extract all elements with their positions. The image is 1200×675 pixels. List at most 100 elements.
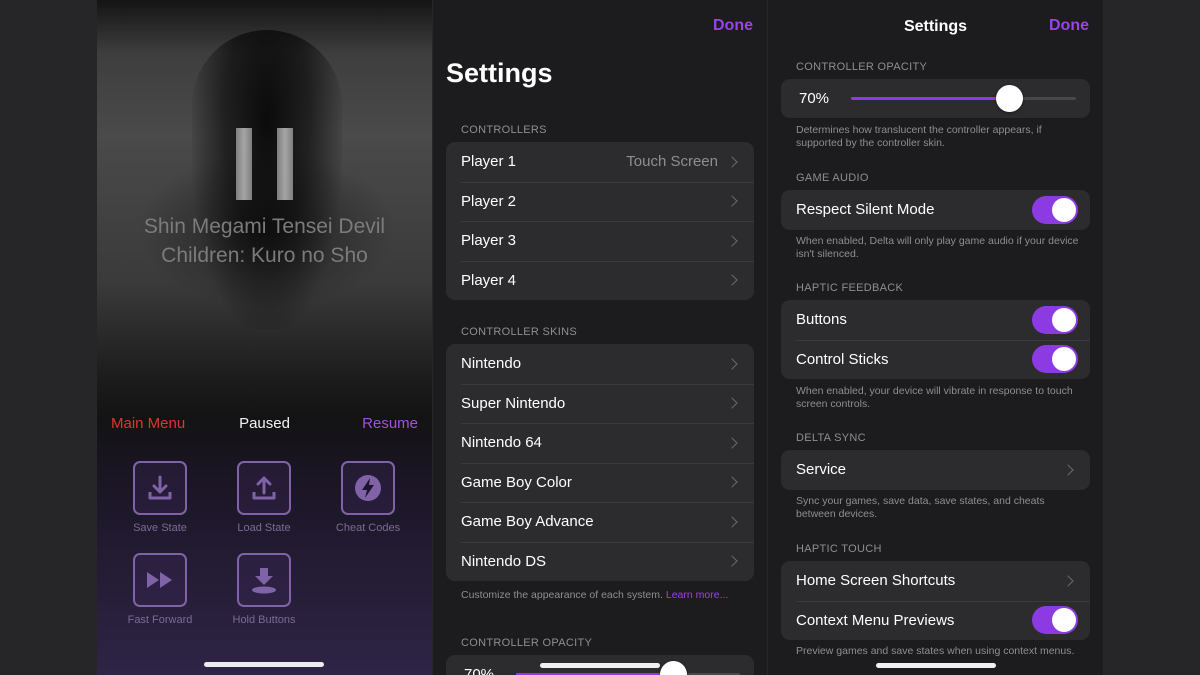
skins-footer: Customize the appearance of each system.… <box>461 589 747 602</box>
save-state-icon-box <box>133 461 187 515</box>
player-3-label: Player 3 <box>461 232 517 250</box>
chevron-right-icon <box>726 235 738 247</box>
controller-opacity-group: 70% <box>781 79 1090 118</box>
home-screen-shortcuts-row[interactable]: Home Screen Shortcuts <box>781 561 1090 601</box>
load-state-button[interactable]: Load State <box>209 461 319 534</box>
chevron-right-icon <box>726 195 738 207</box>
opacity-value: 70% <box>464 666 495 675</box>
fast-forward-button[interactable]: Fast Forward <box>105 553 215 626</box>
skin-nintendo-ds-row[interactable]: Nintendo DS <box>446 541 754 582</box>
player-4-label: Player 4 <box>461 271 517 289</box>
service-label: Service <box>796 461 847 479</box>
haptic-feedback-footer: When enabled, your device will vibrate i… <box>796 385 1073 410</box>
skin-super-nintendo-row[interactable]: Super Nintendo <box>446 383 754 424</box>
chevron-right-icon <box>726 156 738 168</box>
controllers-group: Player 1 Touch Screen Player 2 Player 3 … <box>446 142 754 300</box>
done-button[interactable]: Done <box>1049 17 1089 35</box>
controller-skins-group: Nintendo Super Nintendo Nintendo 64 Game… <box>446 344 754 581</box>
haptic-control-sticks-label: Control Sticks <box>796 350 889 368</box>
chevron-right-icon <box>1062 575 1074 587</box>
context-menu-previews-row: Context Menu Previews <box>781 600 1090 641</box>
skin-game-boy-advance-row[interactable]: Game Boy Advance <box>446 502 754 542</box>
hold-buttons-icon-box <box>237 553 291 607</box>
skin-label: Nintendo 64 <box>461 434 542 452</box>
settings-main-panel: Done Settings CONTROLLERS Player 1 Touch… <box>433 0 767 675</box>
chevron-right-icon <box>726 476 738 488</box>
respect-silent-mode-toggle[interactable] <box>1032 195 1078 224</box>
haptic-touch-group: Home Screen Shortcuts Context Menu Previ… <box>781 561 1090 640</box>
hold-button-icon <box>252 568 276 594</box>
save-state-button[interactable]: Save State <box>105 461 215 534</box>
opacity-slider-thumb[interactable] <box>995 85 1023 112</box>
haptic-buttons-label: Buttons <box>796 311 847 329</box>
chevron-right-icon <box>726 437 738 449</box>
fast-forward-label: Fast Forward <box>127 614 193 626</box>
resume-button[interactable]: Resume <box>362 415 418 432</box>
settings-scrolled-panel: Settings Done CONTROLLER OPACITY 70% Det… <box>768 0 1103 675</box>
haptic-touch-footer: Preview games and save states when using… <box>796 645 1075 657</box>
skin-nintendo-row[interactable]: Nintendo <box>446 344 754 384</box>
opacity-slider-row: 70% <box>781 79 1090 118</box>
opacity-slider-thumb[interactable] <box>659 661 687 675</box>
download-icon <box>148 475 172 500</box>
player-2-row[interactable]: Player 2 <box>446 181 754 222</box>
respect-silent-mode-label: Respect Silent Mode <box>796 201 935 219</box>
upload-icon <box>252 476 276 500</box>
home-screen-shortcuts-label: Home Screen Shortcuts <box>796 572 956 590</box>
home-indicator[interactable] <box>204 662 324 667</box>
pause-icon-right-bar <box>277 128 293 200</box>
haptic-buttons-toggle[interactable] <box>1032 305 1078 334</box>
home-indicator[interactable] <box>876 663 996 668</box>
skin-nintendo-64-row[interactable]: Nintendo 64 <box>446 423 754 463</box>
screenshot-stage: Shin Megami Tensei Devil Children: Kuro … <box>0 0 1200 675</box>
game-title-line2: Children: Kuro no Sho <box>161 244 368 267</box>
player-1-value: Touch Screen <box>626 153 718 171</box>
skins-footer-text: Customize the appearance of each system. <box>461 589 663 601</box>
toggle-knob <box>1052 608 1076 633</box>
player-1-row[interactable]: Player 1 Touch Screen <box>446 142 754 182</box>
haptic-control-sticks-toggle[interactable] <box>1032 345 1078 374</box>
player-1-label: Player 1 <box>461 153 517 171</box>
skin-label: Super Nintendo <box>461 394 566 412</box>
fast-forward-icon <box>147 572 172 588</box>
skin-game-boy-color-row[interactable]: Game Boy Color <box>446 462 754 503</box>
learn-more-link[interactable]: Learn more... <box>666 589 728 601</box>
cheat-codes-label: Cheat Codes <box>335 522 401 534</box>
pause-screen: Shin Megami Tensei Devil Children: Kuro … <box>97 0 432 675</box>
pause-menu-bar: Paused Main Menu Resume <box>97 413 432 437</box>
delta-sync-group: Service <box>781 450 1090 490</box>
game-title-line1: Shin Megami Tensei Devil <box>143 215 386 238</box>
hold-buttons-label: Hold Buttons <box>232 614 296 626</box>
opacity-footer: Determines how translucent the controlle… <box>796 124 1042 149</box>
opacity-slider-fill <box>851 97 1009 100</box>
haptic-feedback-section-header: HAPTIC FEEDBACK <box>796 282 904 294</box>
haptic-feedback-group: Buttons Control Sticks <box>781 300 1090 379</box>
service-row[interactable]: Service <box>781 450 1090 490</box>
game-audio-group: Respect Silent Mode <box>781 190 1090 230</box>
game-title: Shin Megami Tensei Devil Children: Kuro … <box>97 212 432 270</box>
player-4-row[interactable]: Player 4 <box>446 260 754 301</box>
player-3-row[interactable]: Player 3 <box>446 221 754 261</box>
haptic-buttons-row: Buttons <box>781 300 1090 340</box>
opacity-slider[interactable] <box>851 85 1076 112</box>
delta-sync-section-header: DELTA SYNC <box>796 432 866 444</box>
settings-title: Settings <box>446 58 553 88</box>
delta-sync-footer: Sync your games, save data, save states,… <box>796 495 1045 520</box>
context-menu-previews-toggle[interactable] <box>1032 606 1078 635</box>
hold-buttons-button[interactable]: Hold Buttons <box>209 553 319 626</box>
main-menu-button[interactable]: Main Menu <box>111 415 185 432</box>
player-2-label: Player 2 <box>461 192 517 210</box>
context-menu-previews-label: Context Menu Previews <box>796 611 955 629</box>
chevron-right-icon <box>726 516 738 528</box>
fast-forward-icon-box <box>133 553 187 607</box>
game-audio-footer: When enabled, Delta will only play game … <box>796 235 1079 260</box>
game-background-figure <box>192 30 342 330</box>
game-audio-section-header: GAME AUDIO <box>796 172 869 184</box>
cheat-codes-button[interactable]: Cheat Codes <box>313 461 423 534</box>
lightning-icon <box>355 475 381 501</box>
done-button[interactable]: Done <box>713 17 753 35</box>
skin-label: Game Boy Advance <box>461 513 594 531</box>
home-indicator[interactable] <box>540 663 660 668</box>
chevron-right-icon <box>726 358 738 370</box>
save-state-label: Save State <box>133 522 187 534</box>
